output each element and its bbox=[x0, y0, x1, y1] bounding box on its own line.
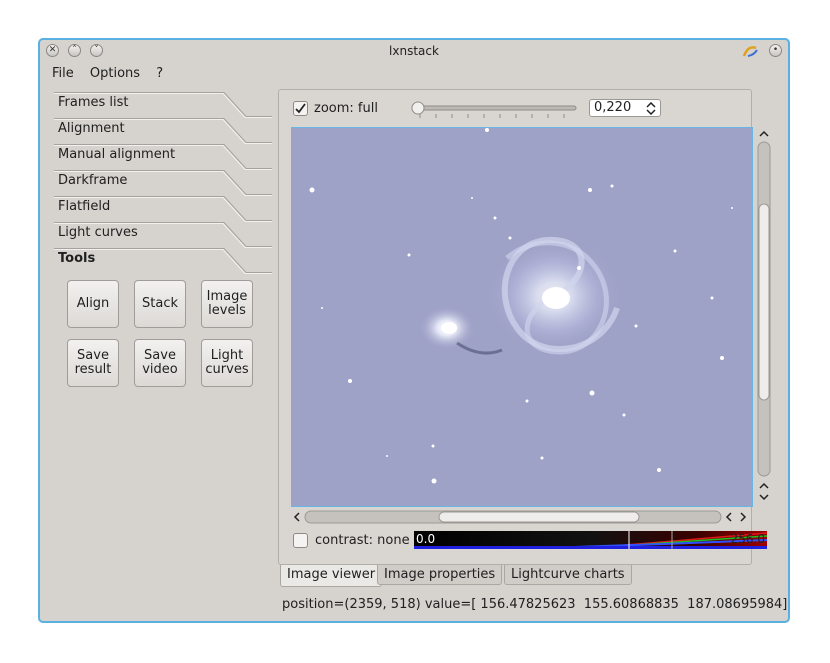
checkmark-icon bbox=[295, 103, 306, 114]
scroll-left-icon-right[interactable] bbox=[725, 512, 732, 522]
align-button[interactable]: Align bbox=[67, 280, 119, 328]
vertical-scroll-thumb[interactable] bbox=[758, 203, 770, 401]
contrast-checkbox[interactable] bbox=[293, 533, 308, 548]
scroll-right-icon[interactable] bbox=[740, 512, 747, 522]
zoom-value: 0,220 bbox=[594, 100, 632, 115]
scroll-left-icon[interactable] bbox=[293, 512, 300, 522]
stack-button[interactable]: Stack bbox=[134, 280, 186, 328]
slider-handle[interactable] bbox=[411, 101, 425, 115]
tab-image-viewer[interactable]: Image viewer bbox=[280, 565, 383, 587]
histogram-curves bbox=[414, 531, 767, 549]
light-curves-button[interactable]: Light curves bbox=[201, 339, 253, 387]
sidebar-tab-darkframe[interactable]: Darkframe bbox=[54, 170, 272, 196]
horizontal-scroll-thumb[interactable] bbox=[438, 511, 640, 523]
zoom-checkbox[interactable] bbox=[293, 101, 308, 116]
scroll-up-icon-bottom[interactable] bbox=[759, 482, 769, 489]
tab-image-properties[interactable]: Image properties bbox=[377, 565, 503, 585]
status-bar-text: position=(2359, 518) value=[ 156.4782562… bbox=[282, 597, 788, 612]
sidebar-tab-tools[interactable]: Tools bbox=[54, 248, 272, 274]
spin-arrows-icon[interactable] bbox=[646, 102, 656, 115]
horizontal-scrollbar[interactable] bbox=[291, 509, 753, 525]
sidebar-tab-manual-alignment[interactable]: Manual alignment bbox=[54, 144, 272, 170]
scroll-down-icon[interactable] bbox=[759, 494, 769, 501]
zoom-label: zoom: full bbox=[314, 101, 378, 116]
galaxy-image bbox=[292, 128, 752, 506]
image-levels-button[interactable]: Image levels bbox=[201, 280, 253, 328]
window-title: lxnstack bbox=[389, 44, 439, 58]
scroll-up-icon[interactable] bbox=[759, 130, 769, 137]
app-logo-icon bbox=[742, 46, 758, 57]
contrast-label: contrast: none bbox=[315, 533, 410, 548]
sidebar-tab-alignment[interactable]: Alignment bbox=[54, 118, 272, 144]
histogram-min-label: 0.0 bbox=[416, 532, 436, 546]
tab-lightcurve-charts[interactable]: Lightcurve charts bbox=[504, 565, 632, 585]
menu-bar: File Options ? bbox=[52, 66, 175, 84]
menu-file[interactable]: File bbox=[52, 66, 74, 81]
histogram-bar[interactable]: 0.0 256.0 bbox=[414, 531, 767, 549]
window-menu-icon[interactable]: • bbox=[769, 44, 782, 57]
main-window: ✕ ˄ ˅ lxnstack • File Options ? Frames l… bbox=[38, 38, 790, 623]
sidebar-tab-frames-list[interactable]: Frames list bbox=[54, 92, 272, 118]
image-viewer-canvas[interactable] bbox=[291, 127, 753, 507]
menu-help[interactable]: ? bbox=[156, 66, 163, 81]
sidebar-tab-flatfield[interactable]: Flatfield bbox=[54, 196, 272, 222]
save-result-button[interactable]: Save result bbox=[67, 339, 119, 387]
zoom-spinbox[interactable]: 0,220 bbox=[589, 99, 661, 117]
sidebar-tab-light-curves[interactable]: Light curves bbox=[54, 222, 272, 248]
save-video-button[interactable]: Save video bbox=[134, 339, 186, 387]
left-toolbox: Frames list Alignment Manual alignment D… bbox=[54, 92, 272, 274]
title-bar: ✕ ˄ ˅ lxnstack • bbox=[40, 40, 788, 62]
histogram-max-label: 256.0 bbox=[730, 532, 765, 546]
menu-options[interactable]: Options bbox=[90, 66, 140, 81]
zoom-slider[interactable] bbox=[408, 101, 580, 121]
vertical-scrollbar[interactable] bbox=[756, 128, 772, 506]
